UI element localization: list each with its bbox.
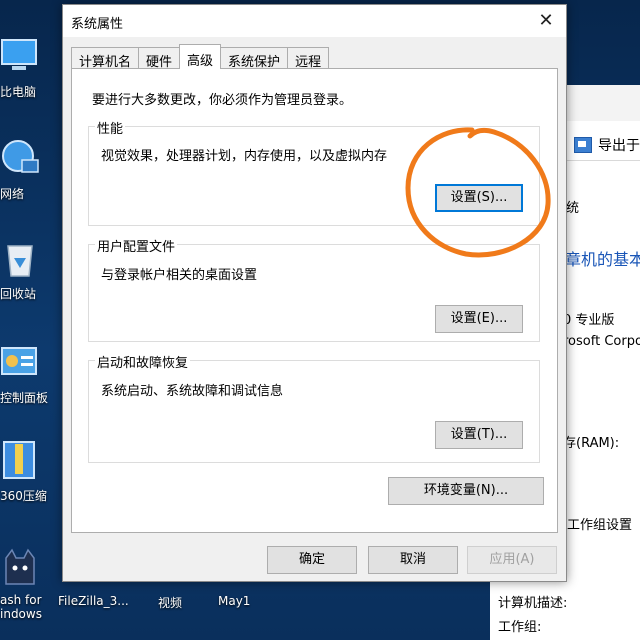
desktop-icon-label: 回收站 (0, 287, 37, 301)
advanced-tab-panel: 要进行大多数更改，你必须作为管理员登录。 性能 视觉效果，处理器计划，内存使用，… (71, 68, 558, 533)
background-edition: 0 专业版 (563, 313, 615, 328)
user-profiles-description: 与登录帐户相关的桌面设置 (101, 268, 258, 283)
performance-group-title: 性能 (95, 118, 126, 137)
background-window-header (560, 85, 640, 121)
taskbar-item-may[interactable]: May1 (218, 594, 250, 608)
desktop-icon-network[interactable]: 网络 (0, 138, 62, 202)
desktop-icon-label: ash for indows (0, 593, 42, 621)
divider (560, 160, 640, 161)
desktop-icon-label: 控制面板 (0, 391, 49, 405)
apply-button[interactable]: 应用(A) (467, 546, 557, 574)
close-icon[interactable]: ✕ (534, 9, 558, 33)
cancel-button[interactable]: 取消 (368, 546, 458, 574)
desktop-icon-label: 比电脑 (0, 85, 37, 99)
taskbar-item-video[interactable]: 视频 (158, 594, 182, 611)
startup-recovery-group: 启动和故障恢复 系统启动、系统故障和调试信息 设置(T)... (88, 352, 540, 463)
desktop-icon-flash[interactable]: ash for indows (0, 546, 62, 621)
user-profiles-group: 用户配置文件 与登录帐户相关的桌面设置 设置(E)... (88, 236, 540, 342)
admin-notice: 要进行大多数更改，你必须作为管理员登录。 (92, 93, 353, 108)
ok-button[interactable]: 确定 (267, 546, 357, 574)
desktop-icon-control-panel[interactable]: 控制面板 (0, 342, 62, 406)
taskbar-item-filezilla[interactable]: FileZilla_3... (58, 594, 129, 608)
archive-icon (3, 441, 35, 479)
tab-system-protection[interactable]: 系统保护 (220, 47, 289, 70)
desktop-icon-label: 网络 (0, 187, 25, 201)
background-heading: 章机的基本 (565, 250, 640, 269)
user-profiles-settings-button[interactable]: 设置(E)... (435, 305, 523, 333)
performance-settings-button[interactable]: 设置(S)... (435, 184, 523, 212)
background-workgroup-label: 工作组: (498, 620, 542, 635)
dialog-title: 系统属性 (71, 17, 124, 32)
desktop-icon-label: 360压缩 (0, 489, 47, 503)
recycle-bin-icon (7, 245, 33, 277)
dialog-titlebar[interactable]: 系统属性 ✕ (63, 5, 566, 37)
background-vendor: rosoft Corpo (563, 334, 640, 349)
tab-hardware[interactable]: 硬件 (138, 47, 181, 70)
tab-advanced[interactable]: 高级 (179, 44, 222, 69)
background-system-window: 导出于 (560, 85, 640, 640)
startup-recovery-description: 系统启动、系统故障和调试信息 (101, 384, 284, 399)
environment-variables-button[interactable]: 环境变量(N)... (388, 477, 544, 505)
background-computer-description-label: 计算机描述: (498, 596, 568, 611)
cat-app-icon (5, 548, 35, 585)
user-profiles-group-title: 用户配置文件 (95, 236, 178, 255)
performance-group: 性能 视觉效果，处理器计划，内存使用，以及虚拟内存 设置(S)... (88, 118, 540, 226)
desktop-icon-360zip[interactable]: 360压缩 (0, 440, 62, 504)
startup-recovery-group-title: 启动和故障恢复 (95, 352, 191, 371)
background-system-label: 统 (566, 201, 580, 216)
startup-recovery-settings-button[interactable]: 设置(T)... (435, 421, 523, 449)
desktop-icon-this-pc[interactable]: 比电脑 (0, 36, 62, 100)
tab-bar: 计算机名 硬件 高级 系统保护 远程 (71, 44, 330, 70)
tab-computer-name[interactable]: 计算机名 (71, 47, 140, 70)
control-panel-icon (1, 347, 37, 375)
export-button[interactable]: 导出于 (574, 135, 640, 155)
tab-remote[interactable]: 远程 (287, 47, 330, 70)
performance-description: 视觉效果，处理器计划，内存使用，以及虚拟内存 (101, 149, 388, 164)
computer-icon (1, 39, 37, 70)
export-icon (574, 137, 592, 153)
background-ram-label: 存(RAM): (563, 436, 620, 451)
network-icon (2, 140, 39, 173)
background-workgroup-settings-link[interactable]: 工作组设置 (567, 514, 632, 533)
export-label: 导出于 (598, 138, 640, 154)
desktop-icon-recycle-bin[interactable]: 回收站 (0, 238, 62, 302)
system-properties-dialog: 系统属性 ✕ 计算机名 硬件 高级 系统保护 远程 要进行大多数更改，你必须作为… (62, 4, 567, 582)
